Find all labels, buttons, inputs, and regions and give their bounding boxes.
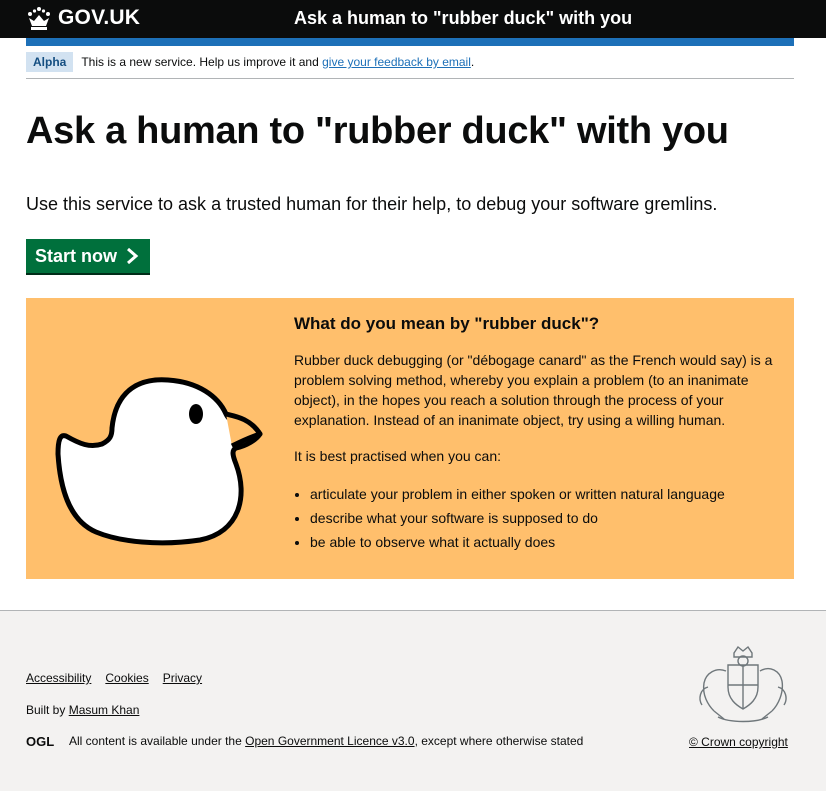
site-header: GOV.UK Ask a human to "rubber duck" with…: [0, 0, 826, 38]
govuk-logo-link[interactable]: GOV.UK: [26, 5, 140, 31]
phase-banner: Alpha This is a new service. Help us imp…: [26, 50, 794, 79]
logo-text: GOV.UK: [58, 6, 141, 29]
chevron-right-icon: [127, 248, 139, 264]
royal-coat-of-arms-icon: [699, 645, 787, 723]
ogl-logo-text: OGL: [26, 734, 54, 748]
page-title: Ask a human to "rubber duck" with you: [26, 110, 729, 152]
panel-bullet-list: articulate your problem in either spoken…: [310, 482, 725, 554]
panel-heading: What do you mean by "rubber duck"?: [294, 314, 600, 333]
footer-links: Accessibility Cookies Privacy: [26, 671, 202, 685]
footer-link-accessibility[interactable]: Accessibility: [26, 671, 91, 685]
list-item: articulate your problem in either spoken…: [310, 482, 725, 506]
start-now-button[interactable]: Start now: [26, 239, 150, 273]
rubber-duck-illustration: [55, 377, 263, 546]
panel-description: Rubber duck debugging (or "débogage cana…: [294, 352, 773, 428]
phase-banner-suffix: .: [470, 55, 475, 69]
phase-banner-message: This is a new service. Help us improve i…: [81, 55, 319, 69]
author-link[interactable]: Masum Khan: [69, 703, 140, 717]
ogl-logo-icon: OGL: [26, 734, 54, 748]
panel-list-intro: It is best practised when you can:: [294, 448, 501, 464]
feedback-link[interactable]: give your feedback by email: [322, 55, 471, 69]
footer-link-cookies[interactable]: Cookies: [105, 671, 148, 685]
site-footer: Accessibility Cookies Privacy Built by M…: [0, 610, 826, 791]
info-panel: What do you mean by "rubber duck"? Rubbe…: [26, 298, 794, 579]
list-item: describe what your software is supposed …: [310, 506, 725, 530]
licence-link[interactable]: Open Government Licence v3.0: [245, 734, 414, 748]
licence-suffix: , except where otherwise stated: [414, 734, 584, 748]
licence-prefix: All content is available under the: [69, 734, 242, 748]
built-by-label: Built by: [26, 703, 66, 717]
header-blue-bar: [26, 38, 794, 46]
licence-statement: OGL All content is available under the O…: [26, 734, 583, 748]
crown-icon: [28, 7, 50, 30]
service-name-link[interactable]: Ask a human to "rubber duck" with you: [294, 8, 632, 29]
phase-banner-text: This is a new service. Help us improve i…: [81, 55, 474, 69]
start-button-label: Start now: [35, 245, 118, 266]
built-by: Built by Masum Khan: [26, 703, 139, 717]
footer-link-privacy[interactable]: Privacy: [163, 671, 202, 685]
lead-paragraph: Use this service to ask a trusted human …: [26, 194, 718, 214]
crown-copyright-link[interactable]: © Crown copyright: [689, 735, 788, 749]
phase-tag: Alpha: [26, 52, 74, 72]
list-item: be able to observe what it actually does: [310, 530, 725, 554]
